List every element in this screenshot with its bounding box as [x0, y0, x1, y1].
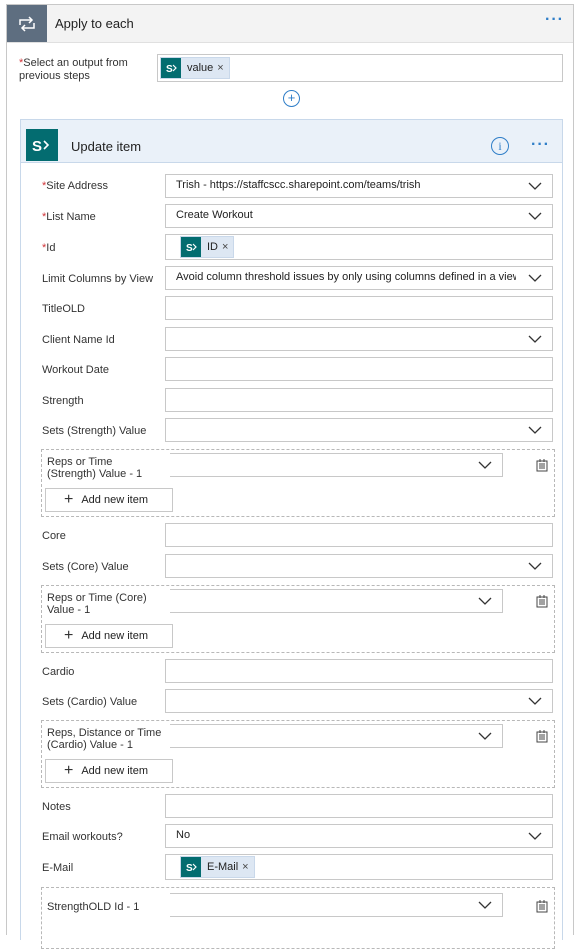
chevron-down-icon: [528, 426, 542, 434]
reps-strength-label: Reps or Time (Strength) Value - 1: [47, 456, 143, 480]
id-token[interactable]: S ID ×: [180, 236, 235, 258]
info-icon[interactable]: i: [491, 137, 509, 155]
chevron-down-icon: [528, 562, 542, 570]
reps-cardio-label: Reps, Distance or Time (Cardio) Value - …: [47, 727, 162, 751]
chevron-down-icon: [478, 901, 492, 909]
email-field[interactable]: S E-Mail ×: [165, 854, 553, 880]
loop-icon: [7, 5, 47, 42]
client-name-id-dropdown[interactable]: [165, 327, 553, 351]
workout-date-input[interactable]: [165, 357, 553, 381]
sets-strength-dropdown[interactable]: [165, 418, 553, 442]
switch-to-text-mode-icon[interactable]: [535, 899, 549, 913]
sharepoint-icon: S: [26, 129, 58, 161]
site-address-value: Trish - https://staffcscc.sharepoint.com…: [176, 179, 421, 191]
chevron-down-icon: [478, 732, 492, 740]
value-token-label: value: [187, 62, 214, 74]
sets-cardio-label: Sets (Cardio) Value: [42, 696, 138, 708]
chevron-down-icon: [528, 212, 542, 220]
cardio-label: Cardio: [42, 666, 75, 678]
switch-to-text-mode-icon[interactable]: [535, 594, 549, 608]
chevron-down-icon: [478, 461, 492, 469]
svg-text:S: S: [166, 64, 173, 74]
reps-core-array: Reps or Time (Core) Value - 1 + Add new i…: [41, 585, 555, 653]
email-workouts-dropdown[interactable]: No: [165, 824, 553, 848]
update-item-more-icon[interactable]: ···: [531, 137, 550, 153]
email-token-label: E-Mail: [207, 861, 239, 873]
title-old-input[interactable]: [165, 296, 553, 320]
workout-date-label: Workout Date: [42, 364, 110, 376]
sets-strength-label: Sets (Strength) Value: [42, 425, 147, 437]
apply-to-each-container: Apply to each ··· *Select an output from…: [6, 4, 574, 949]
switch-to-text-mode-icon[interactable]: [535, 458, 549, 472]
reps-core-label: Reps or Time (Core) Value - 1: [47, 592, 147, 616]
svg-text:S: S: [32, 138, 42, 154]
add-new-item-button[interactable]: + Add new item: [45, 624, 173, 648]
core-input[interactable]: [165, 523, 553, 547]
switch-to-text-mode-icon[interactable]: [535, 729, 549, 743]
chevron-down-icon: [478, 597, 492, 605]
remove-token-icon[interactable]: ×: [242, 861, 253, 873]
chevron-down-icon: [528, 832, 542, 840]
notes-input[interactable]: [165, 794, 553, 818]
reps-core-dropdown[interactable]: [170, 589, 503, 613]
reps-cardio-array: Reps, Distance or Time (Cardio) Value - …: [41, 720, 555, 788]
core-label: Core: [42, 530, 66, 542]
remove-token-icon[interactable]: ×: [217, 62, 228, 74]
reps-strength-dropdown[interactable]: [170, 453, 503, 477]
site-address-dropdown[interactable]: Trish - https://staffcscc.sharepoint.com…: [165, 174, 553, 198]
update-item-title: Update item: [71, 139, 142, 154]
add-new-item-button[interactable]: + Add new item: [45, 488, 173, 512]
email-token[interactable]: S E-Mail ×: [180, 856, 255, 878]
svg-text:S: S: [186, 243, 193, 253]
limit-columns-label: Limit Columns by View: [42, 273, 154, 285]
notes-label: Notes: [42, 801, 71, 813]
list-name-label: *List Name: [42, 211, 96, 223]
client-name-id-label: Client Name Id: [42, 334, 115, 346]
sets-cardio-dropdown[interactable]: [165, 689, 553, 713]
limit-columns-value: Avoid column threshold issues by only us…: [176, 271, 516, 283]
apply-to-each-title: Apply to each: [55, 16, 134, 31]
sharepoint-icon: S: [181, 237, 201, 257]
list-name-dropdown[interactable]: Create Workout: [165, 204, 553, 228]
sets-core-dropdown[interactable]: [165, 554, 553, 578]
update-item-header[interactable]: S Update item i ···: [21, 120, 562, 163]
chevron-down-icon: [528, 182, 542, 190]
id-label: *Id: [42, 242, 56, 254]
select-output-field[interactable]: S value ×: [157, 54, 563, 82]
email-workouts-value: No: [176, 829, 191, 841]
strength-old-array: StrengthOLD Id - 1: [41, 887, 555, 949]
reps-cardio-dropdown[interactable]: [170, 724, 503, 748]
select-output-label: *Select an output from previous steps: [19, 57, 128, 82]
id-field[interactable]: S ID ×: [165, 234, 553, 260]
add-new-item-button[interactable]: + Add new item: [45, 759, 173, 783]
strength-old-label: StrengthOLD Id - 1: [47, 901, 140, 913]
list-name-value: Create Workout: [176, 209, 253, 221]
chevron-down-icon: [528, 335, 542, 343]
sharepoint-icon: S: [181, 857, 201, 877]
update-item-card: S Update item i ··· *Site Address Trish …: [20, 119, 563, 949]
strength-label: Strength: [42, 395, 84, 407]
apply-to-each-more-icon[interactable]: ···: [545, 12, 564, 28]
svg-text:S: S: [186, 863, 193, 873]
strength-old-dropdown[interactable]: [170, 893, 503, 917]
sets-core-label: Sets (Core) Value: [42, 561, 129, 573]
cardio-input[interactable]: [165, 659, 553, 683]
chevron-down-icon: [528, 274, 542, 282]
id-token-label: ID: [207, 241, 218, 253]
reps-strength-array: Reps or Time (Strength) Value - 1 + Add n…: [41, 449, 555, 517]
email-workouts-label: Email workouts?: [42, 831, 123, 843]
value-token[interactable]: S value ×: [160, 57, 230, 79]
chevron-down-icon: [528, 697, 542, 705]
strength-input[interactable]: [165, 388, 553, 412]
email-label: E-Mail: [42, 862, 74, 874]
remove-token-icon[interactable]: ×: [222, 241, 233, 253]
limit-columns-dropdown[interactable]: Avoid column threshold issues by only us…: [165, 266, 553, 290]
add-step-icon[interactable]: +: [283, 90, 300, 107]
title-old-label: TitleOLD: [42, 303, 85, 315]
site-address-label: *Site Address: [42, 180, 109, 192]
sharepoint-icon: S: [161, 58, 181, 78]
apply-to-each-header[interactable]: Apply to each ···: [7, 5, 573, 43]
